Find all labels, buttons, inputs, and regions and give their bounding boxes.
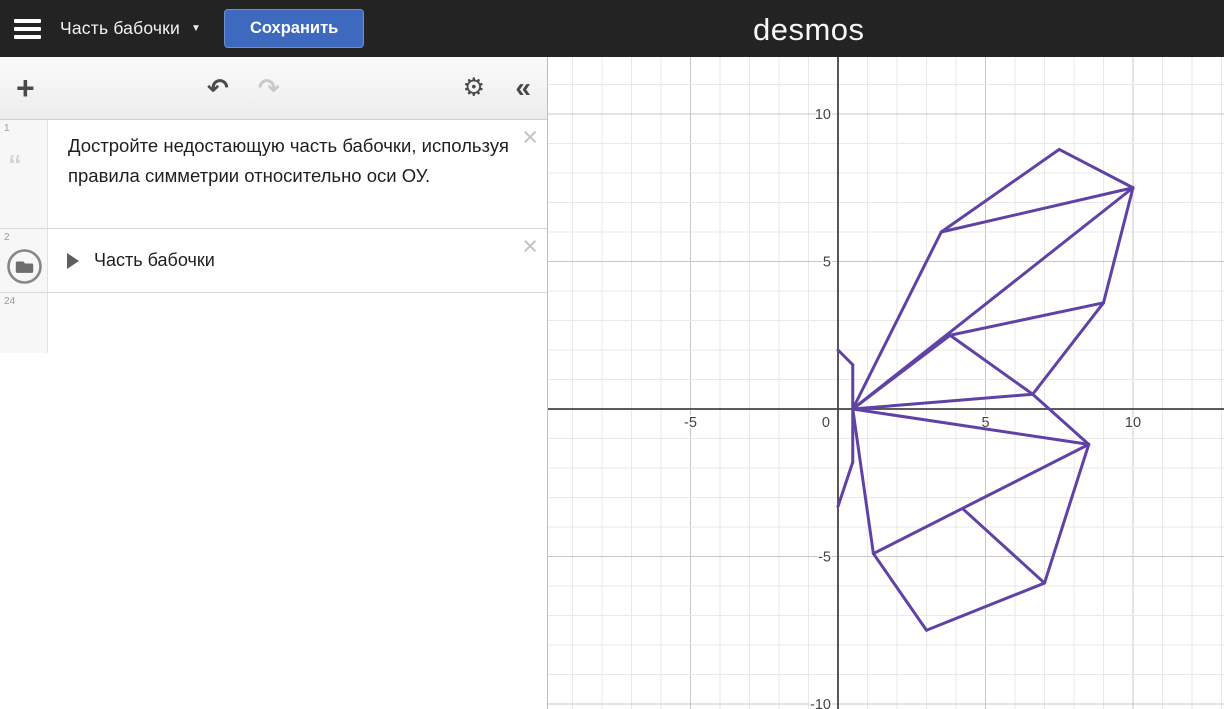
butterfly-segment [853,394,1033,409]
expressions-panel: + ↶ ↷ ⚙ « 1 “ Достройте недостающую част… [0,57,548,709]
axis-tick-label: 0 [822,415,830,431]
graph-svg[interactable]: -5510105-5-100 [548,57,1224,709]
main-area: + ↶ ↷ ⚙ « 1 “ Достройте недостающую част… [0,57,1224,709]
butterfly-segment [873,444,1088,553]
chevron-down-icon: ▼ [191,23,201,34]
butterfly-segment [1045,444,1089,583]
redo-icon[interactable]: ↷ [258,75,280,101]
butterfly-segment [838,462,853,506]
expression-row-empty[interactable]: 24 [0,293,547,353]
undo-icon[interactable]: ↶ [207,75,229,101]
menu-bar [14,35,41,39]
settings-gear-icon[interactable]: ⚙ [463,76,485,101]
note-quote-icon: “ [9,150,21,186]
row-gutter: 24 [0,293,48,353]
butterfly-segment [873,554,926,631]
butterfly-segment [1059,149,1133,187]
folder-body: Часть бабочки [48,229,215,292]
row-number: 24 [4,296,15,307]
butterfly-segment [853,409,874,554]
folder-icon[interactable] [6,248,43,285]
menu-bar [14,19,41,23]
add-expression-button[interactable]: + [16,72,35,104]
row-gutter: 2 [0,229,48,292]
axis-tick-label: 5 [823,255,831,271]
butterfly-segment [838,350,853,365]
axis-tick-label: -5 [684,415,697,431]
expressions-toolbar: + ↶ ↷ ⚙ « [0,57,547,120]
folder-icon-glyph [16,262,33,273]
save-button[interactable]: Сохранить [224,9,364,48]
row-number: 1 [4,123,10,134]
row-number: 2 [4,232,10,243]
desmos-app: Часть бабочки ▼ Сохранить desmos + ↶ ↷ ⚙… [0,0,1224,709]
graph-title: Часть бабочки [60,18,180,39]
close-icon[interactable]: × [522,124,538,151]
axis-tick-label: 10 [815,107,831,123]
graph-pane[interactable]: -5510105-5-100 [548,57,1224,709]
menu-icon[interactable] [14,19,41,39]
expression-row-note[interactable]: 1 “ Достройте недостающую часть бабочки,… [0,120,547,229]
expression-row-folder[interactable]: 2 Часть бабочки × [0,229,547,293]
menu-bar [14,27,41,31]
axis-tick-label: -10 [810,697,831,709]
butterfly-segment [950,335,1033,394]
close-icon[interactable]: × [522,233,538,260]
folder-label: Часть бабочки [94,250,215,271]
axis-tick-label: -5 [818,550,831,566]
row-gutter: 1 “ [0,120,48,228]
note-body: Достройте недостающую часть бабочки, исп… [48,120,527,228]
axis-tick-label: 10 [1125,415,1141,431]
desmos-logo: desmos [753,12,865,48]
butterfly-segment [1104,188,1134,303]
top-bar: Часть бабочки ▼ Сохранить desmos [0,0,1224,57]
note-text: Достройте недостающую часть бабочки, исп… [68,131,513,191]
expand-triangle-icon[interactable] [67,253,79,269]
butterfly-segment [963,509,1044,583]
collapse-panel-icon[interactable]: « [515,74,531,102]
graph-title-menu[interactable]: Часть бабочки ▼ [60,18,201,39]
